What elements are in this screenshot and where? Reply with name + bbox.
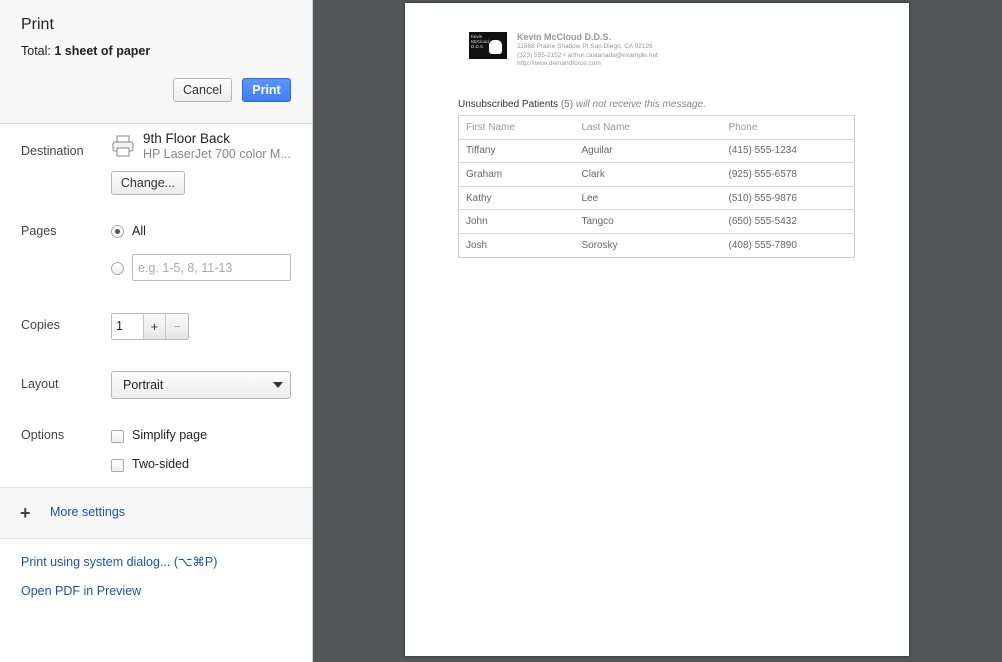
last-name-cell: Clark bbox=[574, 162, 722, 187]
pages-all-radio[interactable] bbox=[111, 225, 124, 238]
layout-label: Layout bbox=[21, 377, 59, 391]
copies-label: Copies bbox=[21, 318, 60, 332]
copies-increment-button[interactable]: + bbox=[142, 314, 166, 339]
table-row: Tiffany Aguilar (415) 555-1234 bbox=[458, 138, 855, 163]
table-row: Josh Sorosky (408) 555-7890 bbox=[458, 232, 855, 258]
section-note: will not receive this message. bbox=[575, 99, 706, 110]
print-button[interactable]: Print bbox=[242, 78, 291, 102]
layout-select[interactable]: Portrait bbox=[111, 371, 291, 399]
options-label: Options bbox=[21, 428, 65, 442]
last-name-cell: Sorosky bbox=[574, 232, 722, 258]
pages-range-radio[interactable] bbox=[111, 262, 124, 275]
printer-icon bbox=[112, 135, 134, 157]
system-dialog-link[interactable]: Print using system dialog... (⌥⌘P) bbox=[21, 554, 217, 569]
phone-cell: (408) 555-7890 bbox=[721, 232, 855, 258]
cancel-button[interactable]: Cancel bbox=[173, 78, 232, 102]
phone-cell: (415) 555-1234 bbox=[721, 138, 855, 163]
tooth-icon bbox=[489, 40, 502, 54]
destination-label: Destination bbox=[21, 144, 84, 158]
practice-address: 11568 Prairie Shadow Pt San Diego, CA 92… bbox=[517, 43, 653, 50]
pages-label: Pages bbox=[21, 224, 57, 238]
copies-decrement-button[interactable]: − bbox=[165, 314, 188, 339]
plus-icon: + bbox=[20, 503, 31, 523]
change-destination-button[interactable]: Change... bbox=[111, 171, 185, 195]
column-header: First Name bbox=[458, 115, 575, 140]
chevron-down-icon bbox=[273, 382, 283, 388]
phone-cell: (510) 555-9876 bbox=[721, 185, 855, 210]
first-name-cell: Kathy bbox=[458, 185, 575, 210]
section-title-text: Unsubscribed Patients bbox=[458, 99, 559, 110]
print-preview-area[interactable]: Kevin McCloud D.D.S. Kevin McCloud D.D.S… bbox=[313, 0, 1002, 662]
patients-table: First Name Last Name Phone Tiffany Aguil… bbox=[458, 115, 855, 258]
section-title: Unsubscribed Patients (5) will not recei… bbox=[458, 99, 706, 110]
printer-name: 9th Floor Back bbox=[143, 131, 231, 146]
pages-all-label: All bbox=[132, 224, 146, 238]
first-name-cell: Josh bbox=[458, 232, 575, 258]
phone-cell: (925) 555-6578 bbox=[721, 162, 855, 187]
column-header: Last Name bbox=[574, 115, 722, 140]
last-name-cell: Tangco bbox=[574, 209, 722, 234]
practice-contact: (323) 555-2152 • arthur.castanada@exampl… bbox=[517, 52, 658, 59]
table-row: John Tangco (650) 555-5432 bbox=[458, 209, 855, 234]
print-header: Print Total: 1 sheet of paper Cancel Pri… bbox=[0, 0, 312, 124]
copies-input[interactable]: 1 bbox=[112, 314, 143, 339]
two-sided-checkbox[interactable] bbox=[111, 459, 124, 472]
total-sheets: Total: 1 sheet of paper bbox=[21, 44, 150, 58]
table-header-row: First Name Last Name Phone bbox=[458, 115, 855, 140]
open-pdf-preview-link[interactable]: Open PDF in Preview bbox=[21, 584, 141, 598]
more-settings-link[interactable]: More settings bbox=[50, 505, 125, 519]
printer-model: HP LaserJet 700 color M... bbox=[143, 147, 291, 161]
practice-website: http://www.demandforce.com bbox=[517, 60, 601, 67]
two-sided-label: Two-sided bbox=[132, 457, 189, 471]
total-label: Total: bbox=[21, 44, 51, 58]
practice-name: Kevin McCloud D.D.S. bbox=[517, 32, 612, 42]
simplify-page-label: Simplify page bbox=[132, 428, 208, 442]
practice-logo: Kevin McCloud D.D.S. bbox=[469, 32, 507, 59]
first-name-cell: Tiffany bbox=[458, 138, 575, 163]
last-name-cell: Aguilar bbox=[574, 138, 722, 163]
pages-range-input[interactable] bbox=[132, 254, 291, 281]
first-name-cell: John bbox=[458, 209, 575, 234]
phone-cell: (650) 555-5432 bbox=[721, 209, 855, 234]
dialog-title: Print bbox=[21, 16, 54, 33]
table-row: Graham Clark (925) 555-6578 bbox=[458, 162, 855, 187]
more-settings-section[interactable]: + More settings bbox=[0, 487, 312, 539]
layout-value: Portrait bbox=[123, 378, 164, 392]
table-row: Kathy Lee (510) 555-9876 bbox=[458, 185, 855, 210]
print-settings-sidebar: Print Total: 1 sheet of paper Cancel Pri… bbox=[0, 0, 313, 662]
total-value: 1 sheet of paper bbox=[54, 44, 151, 58]
simplify-page-checkbox[interactable] bbox=[111, 430, 124, 443]
column-header: Phone bbox=[721, 115, 855, 140]
first-name-cell: Graham bbox=[458, 162, 575, 187]
copies-stepper: 1 + − bbox=[111, 313, 189, 340]
preview-page: Kevin McCloud D.D.S. Kevin McCloud D.D.S… bbox=[405, 3, 909, 656]
section-count: (5) bbox=[560, 99, 574, 110]
last-name-cell: Lee bbox=[574, 185, 722, 210]
